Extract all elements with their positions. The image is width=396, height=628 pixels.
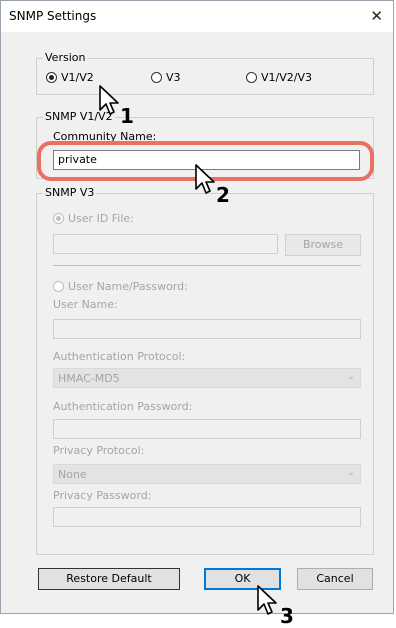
- callout-number-3: 3: [280, 604, 294, 628]
- privacy-protocol-label: Privacy Protocol:: [53, 444, 145, 457]
- auth-password-field[interactable]: [53, 419, 361, 439]
- radio-user-id-file-indicator: [53, 213, 64, 224]
- radio-v1v2[interactable]: V1/V2: [46, 71, 94, 84]
- user-name-label: User Name:: [53, 298, 118, 311]
- privacy-password-label: Privacy Password:: [53, 489, 152, 502]
- privacy-protocol-value: None: [58, 468, 87, 481]
- radio-v1v2v3[interactable]: V1/V2/V3: [246, 71, 312, 84]
- dialog-title: SNMP Settings: [9, 9, 97, 23]
- pointer-icon: [99, 85, 119, 115]
- cancel-button[interactable]: Cancel: [297, 568, 373, 590]
- snmp-v3-group: SNMP V3 User ID File: Browse User Name/P…: [36, 186, 374, 555]
- version-legend: Version: [43, 51, 88, 64]
- radio-v3[interactable]: V3: [151, 71, 181, 84]
- privacy-password-field[interactable]: [53, 507, 361, 527]
- radio-user-name-password-indicator: [53, 281, 64, 292]
- radio-v1v2v3-indicator: [246, 72, 257, 83]
- privacy-protocol-select[interactable]: None ⌄: [53, 464, 361, 484]
- chevron-down-icon: ⌄: [346, 371, 355, 382]
- snmp-settings-dialog: SNMP Settings ✕ Version V1/V2 V3 V1/V2/V…: [0, 0, 394, 614]
- radio-v1v2-indicator: [46, 72, 57, 83]
- radio-user-name-password-label: User Name/Password:: [68, 280, 188, 293]
- v3-separator: [53, 265, 361, 266]
- title-bar: SNMP Settings ✕: [1, 1, 393, 32]
- radio-user-id-file[interactable]: User ID File:: [53, 212, 134, 225]
- restore-default-button[interactable]: Restore Default: [38, 568, 180, 590]
- browse-button[interactable]: Browse: [285, 234, 361, 256]
- radio-v1v2-label: V1/V2: [61, 71, 94, 84]
- pointer-icon: [257, 585, 277, 615]
- callout-number-2: 2: [216, 183, 230, 207]
- radio-v3-indicator: [151, 72, 162, 83]
- user-name-field[interactable]: [53, 319, 361, 339]
- auth-protocol-label: Authentication Protocol:: [53, 350, 186, 363]
- user-id-file-field[interactable]: [53, 234, 278, 254]
- snmp-v3-legend: SNMP V3: [43, 186, 97, 199]
- version-group: Version V1/V2 V3 V1/V2/V3: [36, 51, 374, 95]
- pointer-icon: [195, 164, 215, 194]
- chevron-down-icon: ⌄: [346, 467, 355, 478]
- auth-protocol-select[interactable]: HMAC-MD5 ⌄: [53, 368, 361, 388]
- radio-user-name-password[interactable]: User Name/Password:: [53, 280, 188, 293]
- radio-v3-label: V3: [166, 71, 181, 84]
- radio-user-id-file-label: User ID File:: [68, 212, 134, 225]
- callout-number-1: 1: [120, 104, 134, 128]
- auth-protocol-value: HMAC-MD5: [58, 372, 120, 385]
- close-icon[interactable]: ✕: [370, 7, 383, 25]
- auth-password-label: Authentication Password:: [53, 400, 193, 413]
- radio-v1v2v3-label: V1/V2/V3: [261, 71, 312, 84]
